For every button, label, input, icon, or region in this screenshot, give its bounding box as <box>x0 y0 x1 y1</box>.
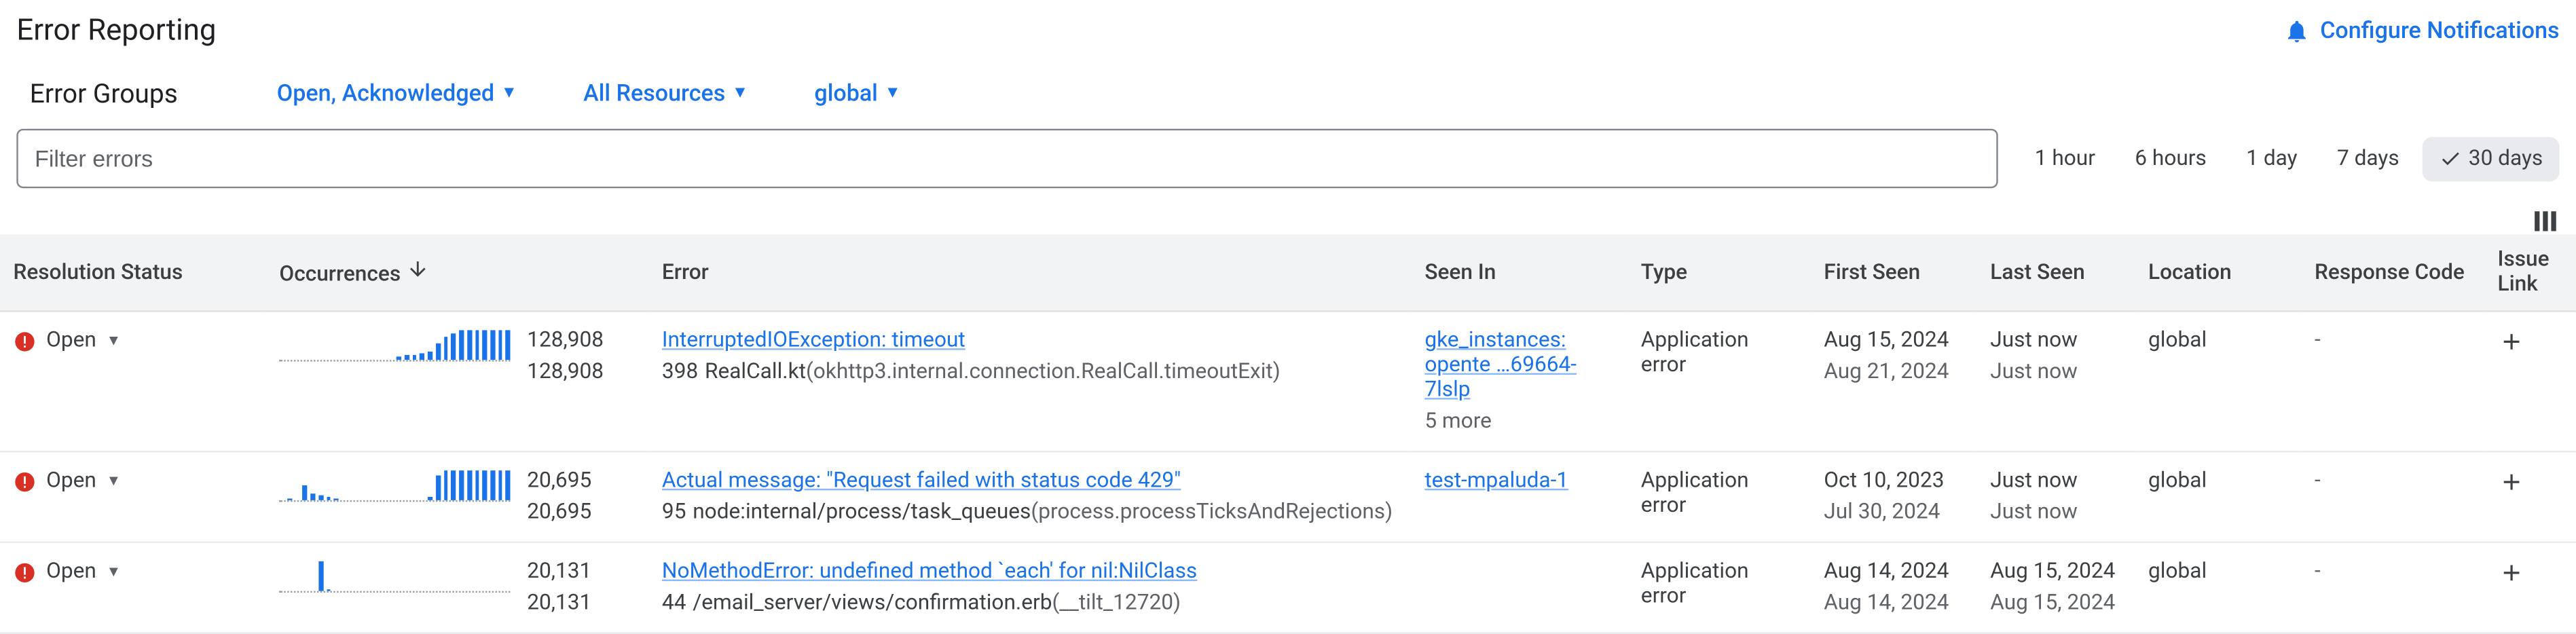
time-range-1-hour[interactable]: 1 hour <box>2018 136 2112 181</box>
table-row: Open ▼ 20,695 20,695 Actual message: "Reques… <box>0 451 2576 542</box>
sparkline-chart <box>279 559 510 593</box>
check-icon <box>2439 147 2462 170</box>
resolution-status-dropdown[interactable]: Open ▼ <box>13 559 253 584</box>
occurrence-count: 128,908 <box>527 329 604 353</box>
configure-notifications-label: Configure Notifications <box>2320 18 2559 44</box>
first-seen-subdate: Jul 30, 2024 <box>1824 500 1964 525</box>
first-seen-date: Aug 14, 2024 <box>1824 559 1964 584</box>
time-range-6-hours[interactable]: 6 hours <box>2118 136 2223 181</box>
table-row: Open ▼ 128,908 128,908 InterruptedIOExceptio… <box>0 311 2576 451</box>
seen-in-link[interactable]: gke_instances: <box>1424 329 1566 353</box>
last-seen-subdate: Aug 15, 2024 <box>1990 591 2122 616</box>
resolution-status-dropdown[interactable]: Open ▼ <box>13 469 253 493</box>
status-filter-label: Open, Acknowledged <box>277 80 494 107</box>
first-seen-subdate: Aug 21, 2024 <box>1824 360 1964 384</box>
error-title-link[interactable]: NoMethodError: undefined method `each' f… <box>662 559 1197 584</box>
first-seen-subdate: Aug 14, 2024 <box>1824 591 1964 616</box>
resource-filter-dropdown[interactable]: All Resources ▼ <box>583 80 748 107</box>
col-issue-link[interactable]: Issue Link <box>2484 234 2576 311</box>
col-type[interactable]: Type <box>1627 234 1810 311</box>
occurrence-count: 20,695 <box>527 469 591 493</box>
col-last-seen[interactable]: Last Seen <box>1977 234 2135 311</box>
col-response-code[interactable]: Response Code <box>2302 234 2484 311</box>
error-groups-table: Resolution Status Occurrences Error Seen… <box>0 234 2576 634</box>
time-range-label: 30 days <box>2469 146 2543 170</box>
response-code: - <box>2315 469 2321 493</box>
error-title-link[interactable]: InterruptedIOException: timeout <box>662 329 965 353</box>
time-range-1-day[interactable]: 1 day <box>2230 136 2314 181</box>
status-label: Open <box>46 469 96 493</box>
add-issue-icon[interactable] <box>2498 469 2524 496</box>
error-icon <box>13 470 36 493</box>
occurrence-subcount: 20,695 <box>527 500 591 525</box>
sparkline-chart <box>279 329 510 362</box>
error-icon <box>13 329 36 352</box>
time-range-group: 1 hour 6 hours 1 day 7 days 30 days <box>2018 136 2559 181</box>
error-type: Application error <box>1641 469 1798 519</box>
status-label: Open <box>46 329 96 353</box>
time-range-label: 6 hours <box>2135 146 2207 170</box>
section-title: Error Groups <box>30 77 178 109</box>
caret-down-icon: ▼ <box>106 472 121 491</box>
add-issue-icon[interactable] <box>2498 329 2524 355</box>
time-range-label: 1 hour <box>2035 146 2095 170</box>
occurrence-subcount: 128,908 <box>527 360 604 384</box>
time-range-30-days[interactable]: 30 days <box>2423 136 2560 181</box>
col-seen-in[interactable]: Seen In <box>1412 234 1627 311</box>
add-issue-icon[interactable] <box>2498 559 2524 586</box>
error-location-text: 95node:internal/process/task_queues(proc… <box>662 500 1398 525</box>
caret-down-icon: ▼ <box>106 332 121 350</box>
time-range-label: 1 day <box>2246 146 2297 170</box>
last-seen-date: Just now <box>1990 469 2122 493</box>
time-range-7-days[interactable]: 7 days <box>2321 136 2416 181</box>
seen-in-more[interactable]: 5 more <box>1424 409 1615 434</box>
region-filter-dropdown[interactable]: global ▼ <box>814 80 900 107</box>
col-occurrences[interactable]: Occurrences <box>266 234 649 311</box>
location-text: global <box>2148 559 2288 584</box>
caret-down-icon: ▼ <box>885 84 901 102</box>
response-code: - <box>2315 329 2321 353</box>
error-location-text: 398RealCall.kt(okhttp3.internal.connecti… <box>662 360 1398 384</box>
sparkline-chart <box>279 469 510 502</box>
table-row: Open ▼ 20,131 20,131 NoMethodError: undefine… <box>0 542 2576 633</box>
last-seen-date: Just now <box>1990 329 2122 353</box>
last-seen-subdate: Just now <box>1990 360 2122 384</box>
last-seen-date: Aug 15, 2024 <box>1990 559 2122 584</box>
location-text: global <box>2148 469 2288 493</box>
first-seen-date: Aug 15, 2024 <box>1824 329 1964 353</box>
region-filter-label: global <box>814 80 877 107</box>
col-resolution-status[interactable]: Resolution Status <box>0 234 266 311</box>
first-seen-date: Oct 10, 2023 <box>1824 469 1964 493</box>
bell-icon <box>2284 18 2311 44</box>
response-code: - <box>2315 559 2321 584</box>
caret-down-icon: ▼ <box>501 84 517 102</box>
col-error[interactable]: Error <box>648 234 1411 311</box>
error-type: Application error <box>1641 559 1798 609</box>
error-location-text: 44/email_server/views/confirmation.erb(_… <box>662 591 1398 616</box>
occurrence-count: 20,131 <box>527 559 591 584</box>
configure-notifications-link[interactable]: Configure Notifications <box>2284 18 2560 44</box>
status-filter-dropdown[interactable]: Open, Acknowledged ▼ <box>277 80 517 107</box>
page-title: Error Reporting <box>16 13 216 48</box>
caret-down-icon: ▼ <box>732 84 748 102</box>
col-occurrences-label: Occurrences <box>279 263 401 287</box>
occurrence-subcount: 20,131 <box>527 591 591 616</box>
caret-down-icon: ▼ <box>106 563 121 581</box>
seen-in-link[interactable]: test-mpaluda-1 <box>1424 469 1568 493</box>
resource-filter-label: All Resources <box>583 80 725 107</box>
error-type: Application error <box>1641 329 1798 378</box>
location-text: global <box>2148 329 2288 353</box>
time-range-label: 7 days <box>2337 146 2399 170</box>
error-title-link[interactable]: Actual message: "Request failed with sta… <box>662 469 1181 493</box>
seen-in-link[interactable]: opente …69664-7lslp <box>1424 353 1577 403</box>
col-location[interactable]: Location <box>2135 234 2302 311</box>
last-seen-subdate: Just now <box>1990 500 2122 525</box>
status-label: Open <box>46 559 96 584</box>
filter-errors-input[interactable] <box>16 129 1998 189</box>
arrow-down-icon <box>406 257 429 280</box>
column-settings-icon[interactable] <box>2535 211 2556 231</box>
error-icon <box>13 561 36 584</box>
col-first-seen[interactable]: First Seen <box>1811 234 1977 311</box>
resolution-status-dropdown[interactable]: Open ▼ <box>13 329 253 353</box>
